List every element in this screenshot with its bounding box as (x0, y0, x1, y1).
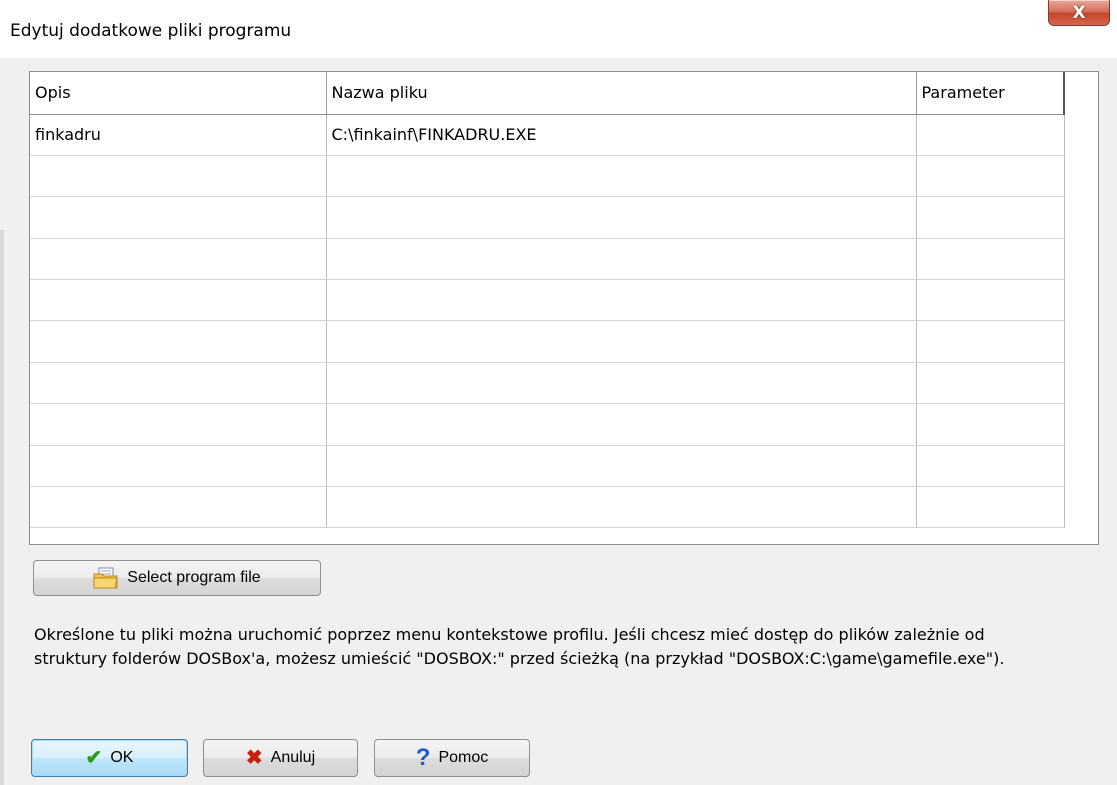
title-bar[interactable]: Edytuj dodatkowe pliki programu X (0, 0, 1117, 58)
window-left-edge (0, 230, 4, 785)
cell-opis[interactable] (30, 238, 327, 281)
cell-nazwa-pliku[interactable]: C:\finkainf\FINKADRU.EXE (326, 114, 917, 156)
help-button-label: Pomoc (438, 749, 489, 766)
cancel-button-label: Anuluj (270, 749, 316, 766)
cell-parameter[interactable] (916, 114, 1065, 156)
cell-parameter[interactable] (916, 486, 1065, 529)
table-row[interactable] (30, 486, 1065, 529)
ok-button-label: OK (110, 749, 134, 766)
cell-opis[interactable] (30, 279, 327, 322)
ok-button[interactable]: ✔ OK (31, 739, 188, 777)
cancel-button[interactable]: ✖ Anuluj (203, 739, 358, 777)
cell-nazwa-pliku[interactable] (326, 403, 917, 446)
cell-parameter[interactable] (916, 279, 1065, 322)
cell-parameter[interactable] (916, 320, 1065, 363)
files-table: Opis Nazwa pliku Parameter finkadru C:\fi… (30, 72, 1065, 529)
cell-parameter[interactable] (916, 196, 1065, 239)
cell-opis[interactable] (30, 320, 327, 363)
cell-parameter[interactable] (916, 362, 1065, 405)
cell-opis[interactable] (30, 362, 327, 405)
cell-nazwa-pliku[interactable] (326, 362, 917, 405)
column-header-opis[interactable]: Opis (30, 72, 327, 115)
cross-icon: ✖ (245, 747, 263, 769)
window-title: Edytuj dodatkowe pliki programu (10, 21, 292, 41)
cell-nazwa-pliku[interactable] (326, 445, 917, 488)
table-row[interactable] (30, 238, 1065, 281)
table-row[interactable] (30, 445, 1065, 488)
column-header-parameter[interactable]: Parameter (916, 72, 1065, 115)
select-program-file-label: Select program file (127, 569, 261, 586)
cell-opis[interactable] (30, 403, 327, 446)
cell-opis[interactable]: finkadru (30, 114, 327, 156)
cell-opis[interactable] (30, 155, 327, 198)
cell-nazwa-pliku[interactable] (326, 196, 917, 239)
cell-nazwa-pliku[interactable] (326, 238, 917, 281)
cell-parameter[interactable] (916, 403, 1065, 446)
table-row[interactable] (30, 196, 1065, 239)
table-row[interactable] (30, 403, 1065, 446)
cell-opis[interactable] (30, 486, 327, 529)
cell-parameter[interactable] (916, 445, 1065, 488)
table-row[interactable] (30, 279, 1065, 322)
check-icon: ✔ (85, 747, 103, 769)
cell-opis[interactable] (30, 196, 327, 239)
cell-parameter[interactable] (916, 155, 1065, 198)
close-icon: X (1072, 2, 1086, 23)
cell-opis[interactable] (30, 445, 327, 488)
files-grid[interactable]: Opis Nazwa pliku Parameter finkadru C:\fi… (29, 71, 1099, 545)
table-row[interactable]: finkadru C:\finkainf\FINKADRU.EXE (30, 114, 1065, 156)
cell-parameter[interactable] (916, 238, 1065, 281)
table-row[interactable] (30, 320, 1065, 363)
help-description-line-2: struktury folderów DOSBox'a, możesz umie… (34, 649, 1005, 668)
dialog-window: Edytuj dodatkowe pliki programu X Opis N… (0, 0, 1117, 785)
select-program-file-button[interactable]: Select program file (33, 560, 321, 596)
help-description-line-1: Określone tu pliki można uruchomić poprz… (34, 625, 985, 644)
help-description: Określone tu pliki można uruchomić poprz… (34, 623, 1109, 671)
cell-nazwa-pliku[interactable] (326, 320, 917, 363)
cell-nazwa-pliku[interactable] (326, 155, 917, 198)
table-row[interactable] (30, 155, 1065, 198)
folder-icon (93, 567, 118, 589)
table-body: finkadru C:\finkainf\FINKADRU.EXE (30, 114, 1065, 529)
question-icon: ? (415, 744, 431, 771)
help-button[interactable]: ? Pomoc (374, 739, 530, 777)
close-button[interactable]: X (1048, 0, 1110, 26)
cell-nazwa-pliku[interactable] (326, 279, 917, 322)
table-row[interactable] (30, 362, 1065, 405)
table-header-row: Opis Nazwa pliku Parameter (30, 72, 1065, 115)
cell-nazwa-pliku[interactable] (326, 486, 917, 529)
column-header-nazwa-pliku[interactable]: Nazwa pliku (326, 72, 917, 115)
